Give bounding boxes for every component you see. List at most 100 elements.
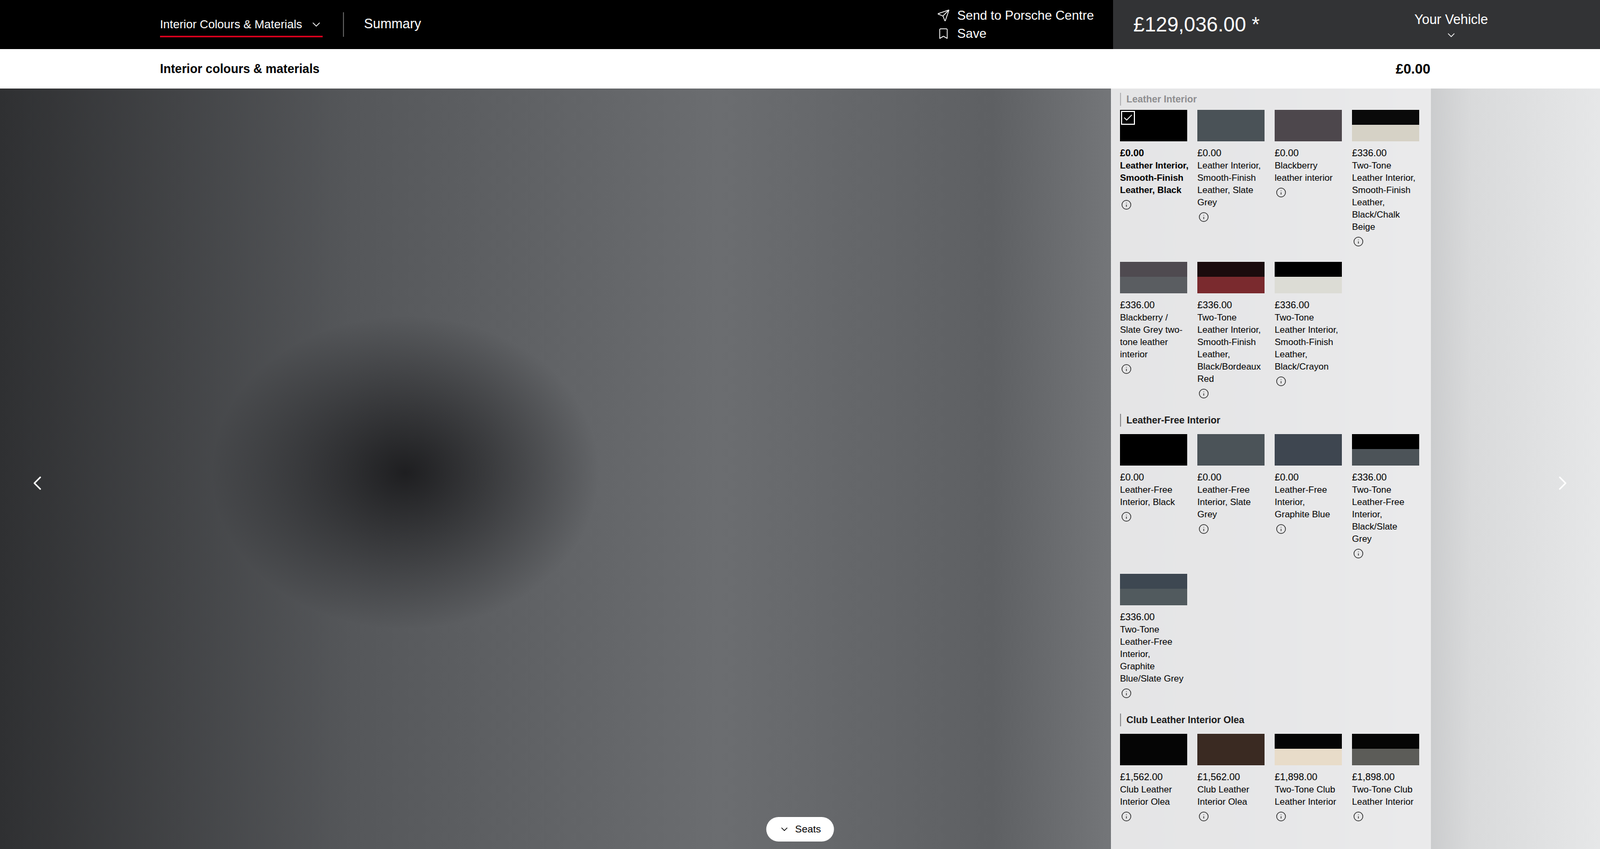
colour-swatch[interactable] [1120, 261, 1188, 294]
sub-header: Interior colours & materials£0.00 [0, 49, 1600, 89]
send-button[interactable]: Send to Porsche Centre [937, 8, 1094, 23]
option-price: £336.00 [1352, 146, 1427, 160]
option-label: Interior, [1274, 496, 1350, 509]
colour-swatch[interactable] [1120, 733, 1188, 766]
info-icon [1353, 811, 1364, 822]
info-button[interactable] [1120, 810, 1133, 823]
option-label: Leather-Free [1120, 483, 1195, 496]
option-label: Club Leather [1120, 783, 1195, 796]
info-button[interactable] [1352, 235, 1365, 248]
save-button[interactable]: Save [937, 26, 1094, 42]
interior-option[interactable]: £0.00Leather-FreeInterior,Graphite Blue [1274, 434, 1350, 536]
configurator-page: Interior Colours & Materials Summary Send … [0, 0, 1600, 849]
interior-option[interactable]: £0.00Leather-FreeInterior, SlateGrey [1197, 434, 1272, 536]
colour-swatch[interactable] [1197, 434, 1265, 466]
option-label: Two-Tone [1274, 311, 1350, 324]
info-button[interactable] [1197, 522, 1211, 536]
colour-swatch[interactable] [1274, 261, 1342, 294]
option-grid: £1,562.00Club LeatherInterior Olea£1,562… [1120, 733, 1431, 823]
option-price: £0.00 [1274, 470, 1350, 484]
option-label: Two-Tone [1120, 623, 1195, 636]
info-icon [1198, 523, 1210, 535]
info-button[interactable] [1197, 387, 1211, 400]
interior-option[interactable]: £1,562.00Club LeatherInterior Olea [1120, 733, 1195, 823]
colour-swatch[interactable] [1120, 573, 1188, 606]
section-price: £0.00 [1395, 60, 1431, 78]
section-menu[interactable]: Interior Colours & Materials [160, 12, 323, 38]
seats-button[interactable]: Seats [766, 817, 835, 842]
interior-option[interactable]: £336.00Two-ToneLeather-FreeInterior,Grap… [1120, 573, 1195, 700]
info-button[interactable] [1197, 810, 1211, 823]
vehicle-menu[interactable]: Your Vehicle [1414, 8, 1488, 42]
info-button[interactable] [1352, 547, 1365, 560]
interior-option[interactable]: £0.00Leather-FreeInterior, Black [1120, 434, 1195, 524]
interior-option[interactable]: £1,562.00Club LeatherInterior Olea [1197, 733, 1272, 823]
interior-option[interactable]: £1,898.00Two-Tone ClubLeather Interior [1352, 733, 1427, 823]
info-icon [1353, 548, 1364, 559]
colour-swatch[interactable] [1120, 109, 1188, 142]
info-icon [1353, 236, 1364, 247]
info-button[interactable] [1274, 522, 1288, 536]
colour-swatch[interactable] [1274, 109, 1342, 142]
section-heading: Leather-Free Interior [1120, 413, 1431, 427]
info-button[interactable] [1197, 210, 1211, 224]
colour-swatch[interactable] [1274, 434, 1342, 466]
info-icon [1121, 363, 1132, 375]
info-button[interactable] [1120, 198, 1133, 212]
interior-option[interactable]: £336.00Blackberry /Slate Grey two-tone l… [1120, 261, 1195, 376]
info-button[interactable] [1274, 810, 1288, 823]
info-icon [1275, 523, 1287, 535]
interior-option[interactable]: £1,898.00Two-Tone ClubLeather Interior [1274, 733, 1350, 823]
info-button[interactable] [1274, 186, 1288, 199]
info-button[interactable] [1120, 510, 1133, 524]
interior-option[interactable]: £0.00Leather Interior,Smooth-FinishLeath… [1197, 109, 1272, 224]
option-label: Graphite Blue [1274, 508, 1350, 521]
info-button[interactable] [1120, 686, 1133, 700]
option-price: £1,898.00 [1274, 770, 1350, 784]
interior-option[interactable]: £336.00Two-ToneLeather Interior,Smooth-F… [1352, 109, 1427, 248]
check-icon [1122, 112, 1134, 124]
colour-swatch[interactable] [1274, 733, 1342, 766]
info-button[interactable] [1120, 362, 1133, 376]
chevron-down-icon [309, 18, 323, 31]
interior-option[interactable]: £0.00Blackberryleather interior [1274, 109, 1350, 199]
info-button[interactable] [1274, 374, 1288, 388]
colour-swatch[interactable] [1197, 261, 1265, 294]
interior-option[interactable]: £0.00Leather Interior,Smooth-FinishLeath… [1120, 109, 1195, 212]
colour-swatch[interactable] [1352, 733, 1420, 766]
info-icon [1275, 187, 1287, 198]
option-label: Leather Interior [1274, 795, 1350, 808]
option-label: Two-Tone Club [1352, 783, 1427, 796]
colour-swatch[interactable] [1352, 109, 1420, 142]
option-label: Grey [1352, 532, 1427, 546]
colour-swatch[interactable] [1352, 434, 1420, 466]
option-section: Club Leather Interior Olea£1,562.00Club … [1120, 713, 1431, 823]
option-label: Smooth-Finish [1197, 336, 1272, 349]
colour-swatch[interactable] [1197, 109, 1265, 142]
option-price: £336.00 [1352, 470, 1427, 484]
interior-option[interactable]: £336.00Two-ToneLeather Interior,Smooth-F… [1197, 261, 1272, 400]
chevron-left-icon [25, 471, 50, 495]
option-label: Interior, [1352, 508, 1427, 521]
interior-option[interactable]: £336.00Two-ToneLeather-FreeInterior,Blac… [1352, 434, 1427, 560]
option-label: Leather, [1197, 348, 1272, 361]
option-label: Blackberry [1274, 159, 1350, 172]
option-label: Leather Interior, [1274, 323, 1350, 336]
option-label: Leather-Free [1120, 635, 1195, 648]
option-label: Leather, [1274, 348, 1350, 361]
option-label: Slate Grey two- [1120, 323, 1195, 336]
colour-swatch[interactable] [1197, 733, 1265, 766]
colour-swatch[interactable] [1120, 434, 1188, 466]
option-label: Graphite [1120, 660, 1195, 673]
interior-stage: Leather Interior£0.00Leather Interior,Sm… [0, 88, 1600, 849]
option-price: £1,898.00 [1352, 770, 1427, 784]
next-view-button[interactable] [1550, 468, 1575, 499]
info-button[interactable] [1352, 810, 1365, 823]
option-grid: £0.00Leather-FreeInterior, Black£0.00Lea… [1120, 434, 1431, 700]
option-label: Grey [1197, 196, 1272, 209]
summary-tab[interactable]: Summary [364, 10, 422, 39]
interior-option[interactable]: £336.00Two-ToneLeather Interior,Smooth-F… [1274, 261, 1350, 388]
previous-view-button[interactable] [25, 468, 50, 499]
info-icon [1275, 811, 1287, 822]
info-icon [1198, 211, 1210, 223]
